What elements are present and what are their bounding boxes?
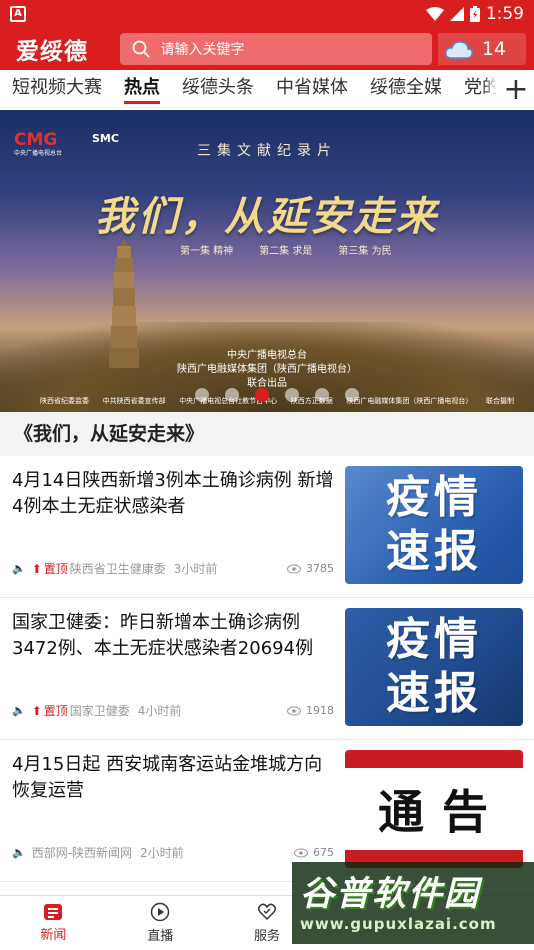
view-count-value: 675	[313, 846, 334, 859]
news-source: 西部网-陕西新闻网	[31, 846, 133, 860]
cloud-icon	[444, 41, 473, 59]
thumbnail-text: 疫情	[386, 614, 482, 665]
carousel-dot[interactable]	[345, 388, 359, 402]
wifi-icon	[425, 7, 444, 21]
news-meta: 🔈 西部网-陕西新闻网 2小时前 675	[12, 844, 334, 861]
news-item[interactable]: 4月15日起 西安城南客运站金堆城方向恢复运营 🔈 西部网-陕西新闻网 2小时前…	[0, 740, 534, 882]
news-icon	[44, 904, 63, 920]
app-logo: 爱绥德	[16, 38, 88, 65]
thumbnail-text: 速报	[386, 526, 482, 577]
nav-label: 服务	[253, 929, 280, 944]
battery-icon	[469, 6, 480, 22]
app-header: 爱绥德 请输入关键字 14	[0, 28, 534, 70]
news-source: 陕西省卫生健康委	[69, 562, 166, 576]
tab-central-provincial-media[interactable]: 中省媒体	[276, 70, 348, 107]
clock: 1:59	[485, 4, 524, 24]
episode-2: 第二集 求是	[259, 246, 313, 257]
view-count-value: 1918	[306, 704, 334, 717]
speaker-icon[interactable]: 🔈	[12, 846, 26, 859]
nav-label: 直播	[147, 929, 174, 944]
eye-icon	[287, 564, 301, 573]
pinned-label: 置顶	[43, 704, 68, 718]
news-meta: 🔈 ⬆ 置顶 陕西省卫生健康委 3小时前 3785	[12, 560, 334, 577]
weather-widget[interactable]: 14	[437, 33, 526, 65]
news-title[interactable]: 国家卫健委：昨日新增本土确诊病例3472例、本土无症状感染者20694例	[12, 610, 334, 662]
speaker-icon[interactable]: 🔈	[12, 562, 26, 575]
watermark-url: www.gupuxlazai.com	[300, 915, 497, 933]
carousel-dot[interactable]	[285, 388, 299, 402]
banner-title: 我们，从延安走来	[95, 193, 439, 240]
news-thumbnail[interactable]: 通告	[345, 750, 523, 868]
news-time: 4小时前	[137, 704, 182, 718]
thumbnail-text: 疫情	[386, 472, 482, 523]
tab-short-video-contest[interactable]: 短视频大赛	[12, 70, 102, 107]
nav-news[interactable]: 新闻	[0, 896, 107, 950]
status-bar: A 1:59	[0, 0, 534, 28]
tab-suide-headlines[interactable]: 绥德头条	[182, 70, 254, 107]
nav-label: 新闻	[40, 928, 67, 943]
carousel-dot[interactable]	[195, 388, 209, 402]
service-icon	[257, 903, 276, 921]
news-thumbnail[interactable]: 疫情 速报	[345, 466, 523, 584]
eye-icon	[287, 706, 301, 715]
news-source: 国家卫健委	[69, 704, 130, 718]
view-count: 675	[294, 846, 334, 859]
weather-temperature: 14	[481, 38, 506, 60]
news-item[interactable]: 4月14日陕西新增3例本土确诊病例 新增4例本土无症状感染者 🔈 ⬆ 置顶 陕西…	[0, 456, 534, 598]
status-right: 1:59	[425, 4, 524, 24]
thumbnail-text: 速报	[386, 668, 482, 719]
watermark-overlay: 谷普软件园 www.gupuxlazai.com	[292, 862, 534, 944]
add-tab-button[interactable]: +	[498, 70, 534, 107]
speaker-icon[interactable]: 🔈	[12, 704, 26, 717]
eye-icon	[294, 848, 308, 857]
nav-live[interactable]: 直播	[107, 896, 214, 950]
episode-1: 第一集 精神	[180, 246, 234, 257]
tab-suide-all-media[interactable]: 绥德全媒	[370, 70, 442, 107]
news-time: 3小时前	[173, 562, 218, 576]
banner-credit-line2: 陕西广电融媒体集团（陕西广播电视台）	[177, 364, 357, 375]
banner-credit-line1: 中央广播电视总台	[227, 350, 307, 361]
search-placeholder: 请输入关键字	[160, 42, 245, 58]
category-tabs: 短视频大赛 热点 绥德头条 中省媒体 绥德全媒 党的	[0, 70, 496, 107]
view-count-value: 3785	[306, 562, 334, 575]
watermark-title: 谷普软件园	[300, 874, 480, 914]
notification-a-icon: A	[10, 6, 26, 22]
carousel-dot[interactable]	[255, 388, 269, 402]
banner-carousel[interactable]: CMG 中央广播电视总台 SMC 三集文献纪录片 我们，从延安走来 第一集 精神…	[0, 110, 534, 412]
thumbnail-text: 通告	[345, 768, 523, 850]
news-title[interactable]: 4月15日起 西安城南客运站金堆城方向恢复运营	[12, 752, 334, 804]
episode-3: 第三集 为民	[338, 246, 392, 257]
signal-icon	[449, 7, 464, 21]
banner-credit-line3: 联合出品	[247, 378, 287, 389]
news-time: 2小时前	[140, 846, 184, 860]
search-input[interactable]: 请输入关键字	[120, 33, 432, 65]
banner-episodes: 第一集 精神 第二集 求是 第三集 为民	[180, 242, 392, 257]
news-item[interactable]: 国家卫健委：昨日新增本土确诊病例3472例、本土无症状感染者20694例 🔈 ⬆…	[0, 598, 534, 740]
news-thumbnail[interactable]: 疫情 速报	[345, 608, 523, 726]
play-icon	[150, 902, 170, 922]
banner-doc-label: 三集文献纪录片	[197, 143, 337, 159]
pinned-label: 置顶	[43, 562, 68, 576]
news-meta: 🔈 ⬆ 置顶 国家卫健委 4小时前 1918	[12, 702, 334, 719]
pin-icon: ⬆	[31, 561, 42, 576]
carousel-dot[interactable]	[225, 388, 239, 402]
tab-hot[interactable]: 热点	[124, 70, 160, 107]
category-tabs-bar: 短视频大赛 热点 绥德头条 中省媒体 绥德全媒 党的 +	[0, 70, 534, 108]
view-count: 3785	[287, 562, 334, 575]
carousel-dot[interactable]	[315, 388, 329, 402]
news-title[interactable]: 4月14日陕西新增3例本土确诊病例 新增4例本土无症状感染者	[12, 468, 334, 520]
view-count: 1918	[287, 704, 334, 717]
banner-caption[interactable]: 《我们，从延安走来》	[0, 412, 534, 456]
search-icon	[133, 40, 151, 58]
tab-party[interactable]: 党的	[464, 70, 496, 107]
carousel-indicator	[0, 388, 534, 402]
pin-icon: ⬆	[31, 703, 42, 718]
